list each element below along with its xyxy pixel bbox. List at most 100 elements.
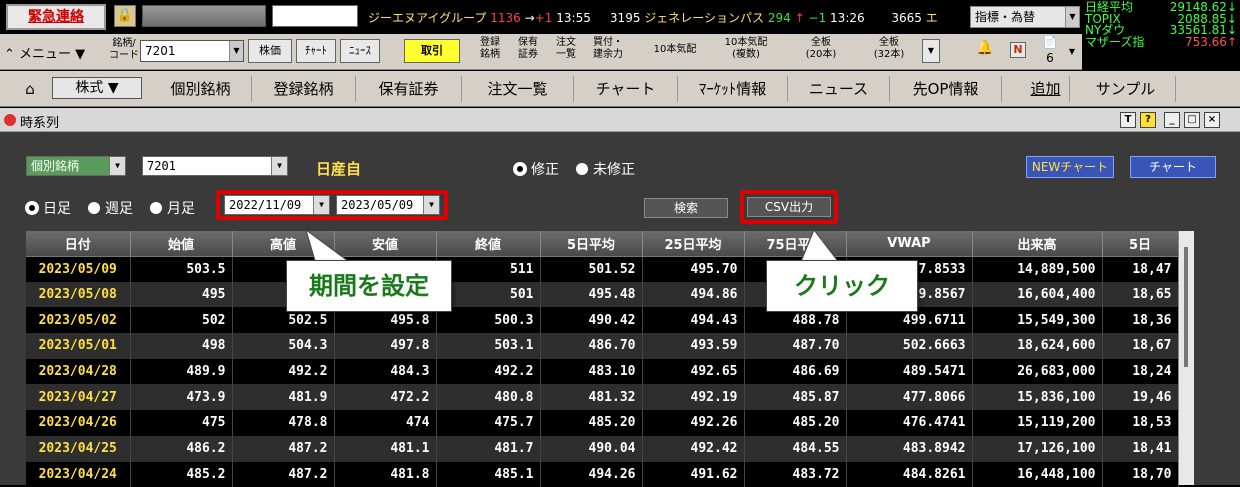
nav-hoyuu[interactable]: 保有証券 (356, 76, 462, 102)
index-value: 753.66↑ (1185, 37, 1237, 49)
ticker-change: −1 (809, 11, 827, 25)
new-chart-button[interactable]: NEWチャート (1026, 156, 1114, 178)
adjust-radio-mishuusei[interactable]: 未修正 (576, 159, 635, 179)
zenita32-button[interactable]: 全板 (32本) (864, 37, 914, 61)
chevron-down-icon[interactable]: ▼ (1065, 7, 1079, 27)
table-cell: 503.1 (436, 333, 540, 359)
col-header[interactable]: 5日 (1102, 231, 1178, 256)
bell-icon[interactable]: 🔔 (976, 42, 994, 54)
chart-button[interactable]: ﾁｬｰﾄ (296, 39, 336, 63)
chevron-down-icon[interactable]: ▼ (1066, 46, 1078, 58)
table-cell: 495.48 (540, 282, 642, 308)
table-row[interactable]: 2023/04/24485.2487.2481.8485.1494.26491.… (26, 462, 1178, 487)
table-row[interactable]: 2023/04/27473.9481.9472.2480.8481.32492.… (26, 384, 1178, 410)
table-row[interactable]: 2023/05/02502502.5495.8500.3490.42494.43… (26, 307, 1178, 333)
table-cell: 475.7 (436, 410, 540, 436)
nav-news[interactable]: ニュース (788, 76, 890, 102)
table-cell: 481.32 (540, 384, 642, 410)
table-cell: 26,683,000 (972, 359, 1102, 385)
table-cell: 16,604,400 (972, 282, 1102, 308)
text-mode-button[interactable]: T (1120, 112, 1136, 128)
nav-kobetsu[interactable]: 個別銘柄 (150, 76, 252, 102)
ticker-name: ジーエヌアイグループ (368, 11, 486, 25)
col-header[interactable]: 終値 (436, 231, 540, 256)
nav-sakiop[interactable]: 先OP情報 (890, 76, 1002, 102)
close-button[interactable]: × (1204, 112, 1220, 128)
chevron-down-icon[interactable]: ▼ (229, 41, 243, 61)
kabuka-button[interactable]: 株価 (248, 39, 292, 63)
period-radio-day[interactable]: 日足 (26, 198, 71, 218)
chevron-down-icon[interactable]: ▼ (109, 157, 125, 175)
table-row[interactable]: 2023/04/26475478.8474475.7485.20492.2648… (26, 410, 1178, 436)
period-radio-week[interactable]: 週足 (88, 198, 133, 218)
maximize-button[interactable]: □ (1184, 112, 1200, 128)
nav-add[interactable]: 追加 (1022, 76, 1070, 102)
table-row[interactable]: 2023/04/28489.9492.2484.3492.2483.10492.… (26, 359, 1178, 385)
nav-touroku[interactable]: 登録銘柄 (252, 76, 356, 102)
document-icon[interactable]: 📄 (1040, 36, 1060, 48)
radio-selected-icon (514, 163, 526, 175)
chevron-down-icon[interactable]: ▼ (313, 196, 329, 214)
nav-sample[interactable]: サンプル (1076, 76, 1176, 102)
csv-export-button[interactable]: CSV出力 (747, 197, 831, 217)
kehai10-multi-button[interactable]: 10本気配 (複数) (714, 37, 778, 61)
table-scrollbar[interactable] (1178, 231, 1194, 485)
adjust-radio-shuusei[interactable]: 修正 (514, 159, 559, 179)
chevron-down-icon[interactable]: ▼ (423, 196, 439, 214)
table-cell: 503.5 (130, 256, 232, 282)
chart-button[interactable]: チャート (1130, 156, 1216, 178)
mode-select[interactable]: 個別銘柄 ▼ (26, 156, 126, 176)
menu-button[interactable]: ⌃ メニュー ▼ (4, 43, 85, 62)
table-cell: 18,53 (1102, 410, 1178, 436)
news-button[interactable]: ﾆｭｰｽ (340, 39, 380, 63)
ticker-arrow: → (525, 11, 535, 25)
home-icon[interactable]: ⌂ (14, 76, 46, 102)
nav-chuumon[interactable]: 注文一覧 (462, 76, 574, 102)
chuumon-button[interactable]: 注文 一覧 (550, 37, 582, 61)
table-row[interactable]: 2023/05/01498504.3497.8503.1486.70493.59… (26, 333, 1178, 359)
col-header[interactable]: 25日平均 (642, 231, 744, 256)
nav-chart[interactable]: チャート (574, 76, 678, 102)
period-radio-month[interactable]: 月足 (150, 198, 195, 218)
nav-market[interactable]: ﾏｰｹｯﾄ情報 (678, 76, 788, 102)
kehai10-button[interactable]: 10本気配 (644, 44, 706, 56)
kaitsuke-button[interactable]: 買付・ 建余力 (586, 37, 630, 61)
help-button[interactable]: ? (1140, 112, 1156, 128)
table-cell: 494.86 (642, 282, 744, 308)
nav-kabushiki-label: 株式 (75, 80, 103, 96)
chevron-down-icon[interactable]: ▼ (271, 157, 287, 175)
col-header[interactable]: 始値 (130, 231, 232, 256)
date-to-select[interactable]: 2023/05/09 ▼ (336, 195, 440, 215)
lock-icon[interactable]: 🔒 (114, 5, 136, 27)
torihiki-button[interactable]: 取引 (404, 39, 460, 63)
col-header[interactable]: 5日平均 (540, 231, 642, 256)
hoyuu-button[interactable]: 保有 証券 (512, 37, 544, 61)
market-index-select[interactable]: 指標・為替 ▼ (970, 6, 1080, 28)
col-header[interactable]: 出来高 (972, 231, 1102, 256)
table-row[interactable]: 2023/05/08495501495.48494.869.856716,604… (26, 282, 1178, 308)
scrollbar-thumb[interactable] (1184, 247, 1188, 367)
window-app-icon (4, 114, 16, 126)
col-header[interactable]: 日付 (26, 231, 130, 256)
search-button[interactable]: 検索 (644, 198, 728, 218)
callout-click: クリック (766, 260, 918, 312)
callout-period: 期間を設定 (286, 260, 452, 312)
n-button[interactable]: N (1010, 42, 1026, 58)
zenita20-button[interactable]: 全板 (20本) (796, 37, 846, 61)
chevron-down-icon[interactable]: ▼ (922, 39, 940, 63)
table-row[interactable]: 2023/04/25486.2487.2481.1481.7490.04492.… (26, 436, 1178, 462)
table-cell: 487.70 (744, 333, 846, 359)
table-cell: 16,448,100 (972, 462, 1102, 487)
date-from-select[interactable]: 2022/11/09 ▼ (224, 195, 330, 215)
stock-code-input[interactable]: 7201 ▼ (140, 40, 244, 62)
date-cell: 2023/05/01 (26, 333, 130, 359)
table-row[interactable]: 2023/05/09503.5511501.52495.707.853314,8… (26, 256, 1178, 282)
nav-kabushiki-select[interactable]: 株式 ▼ (52, 77, 142, 99)
minimize-button[interactable]: _ (1164, 112, 1180, 128)
stock-ticker-scroll: ジーエヌアイグループ 1136 →+1 13:55 3195 ジェネレーションパ… (368, 9, 968, 26)
touroku-button[interactable]: 登録 銘柄 (474, 37, 506, 61)
emergency-button[interactable]: 緊急連絡 (6, 4, 106, 30)
code-label: 銘柄/ コード (108, 38, 140, 62)
code-select[interactable]: 7201 ▼ (142, 156, 288, 176)
table-cell: 481.1 (334, 436, 436, 462)
